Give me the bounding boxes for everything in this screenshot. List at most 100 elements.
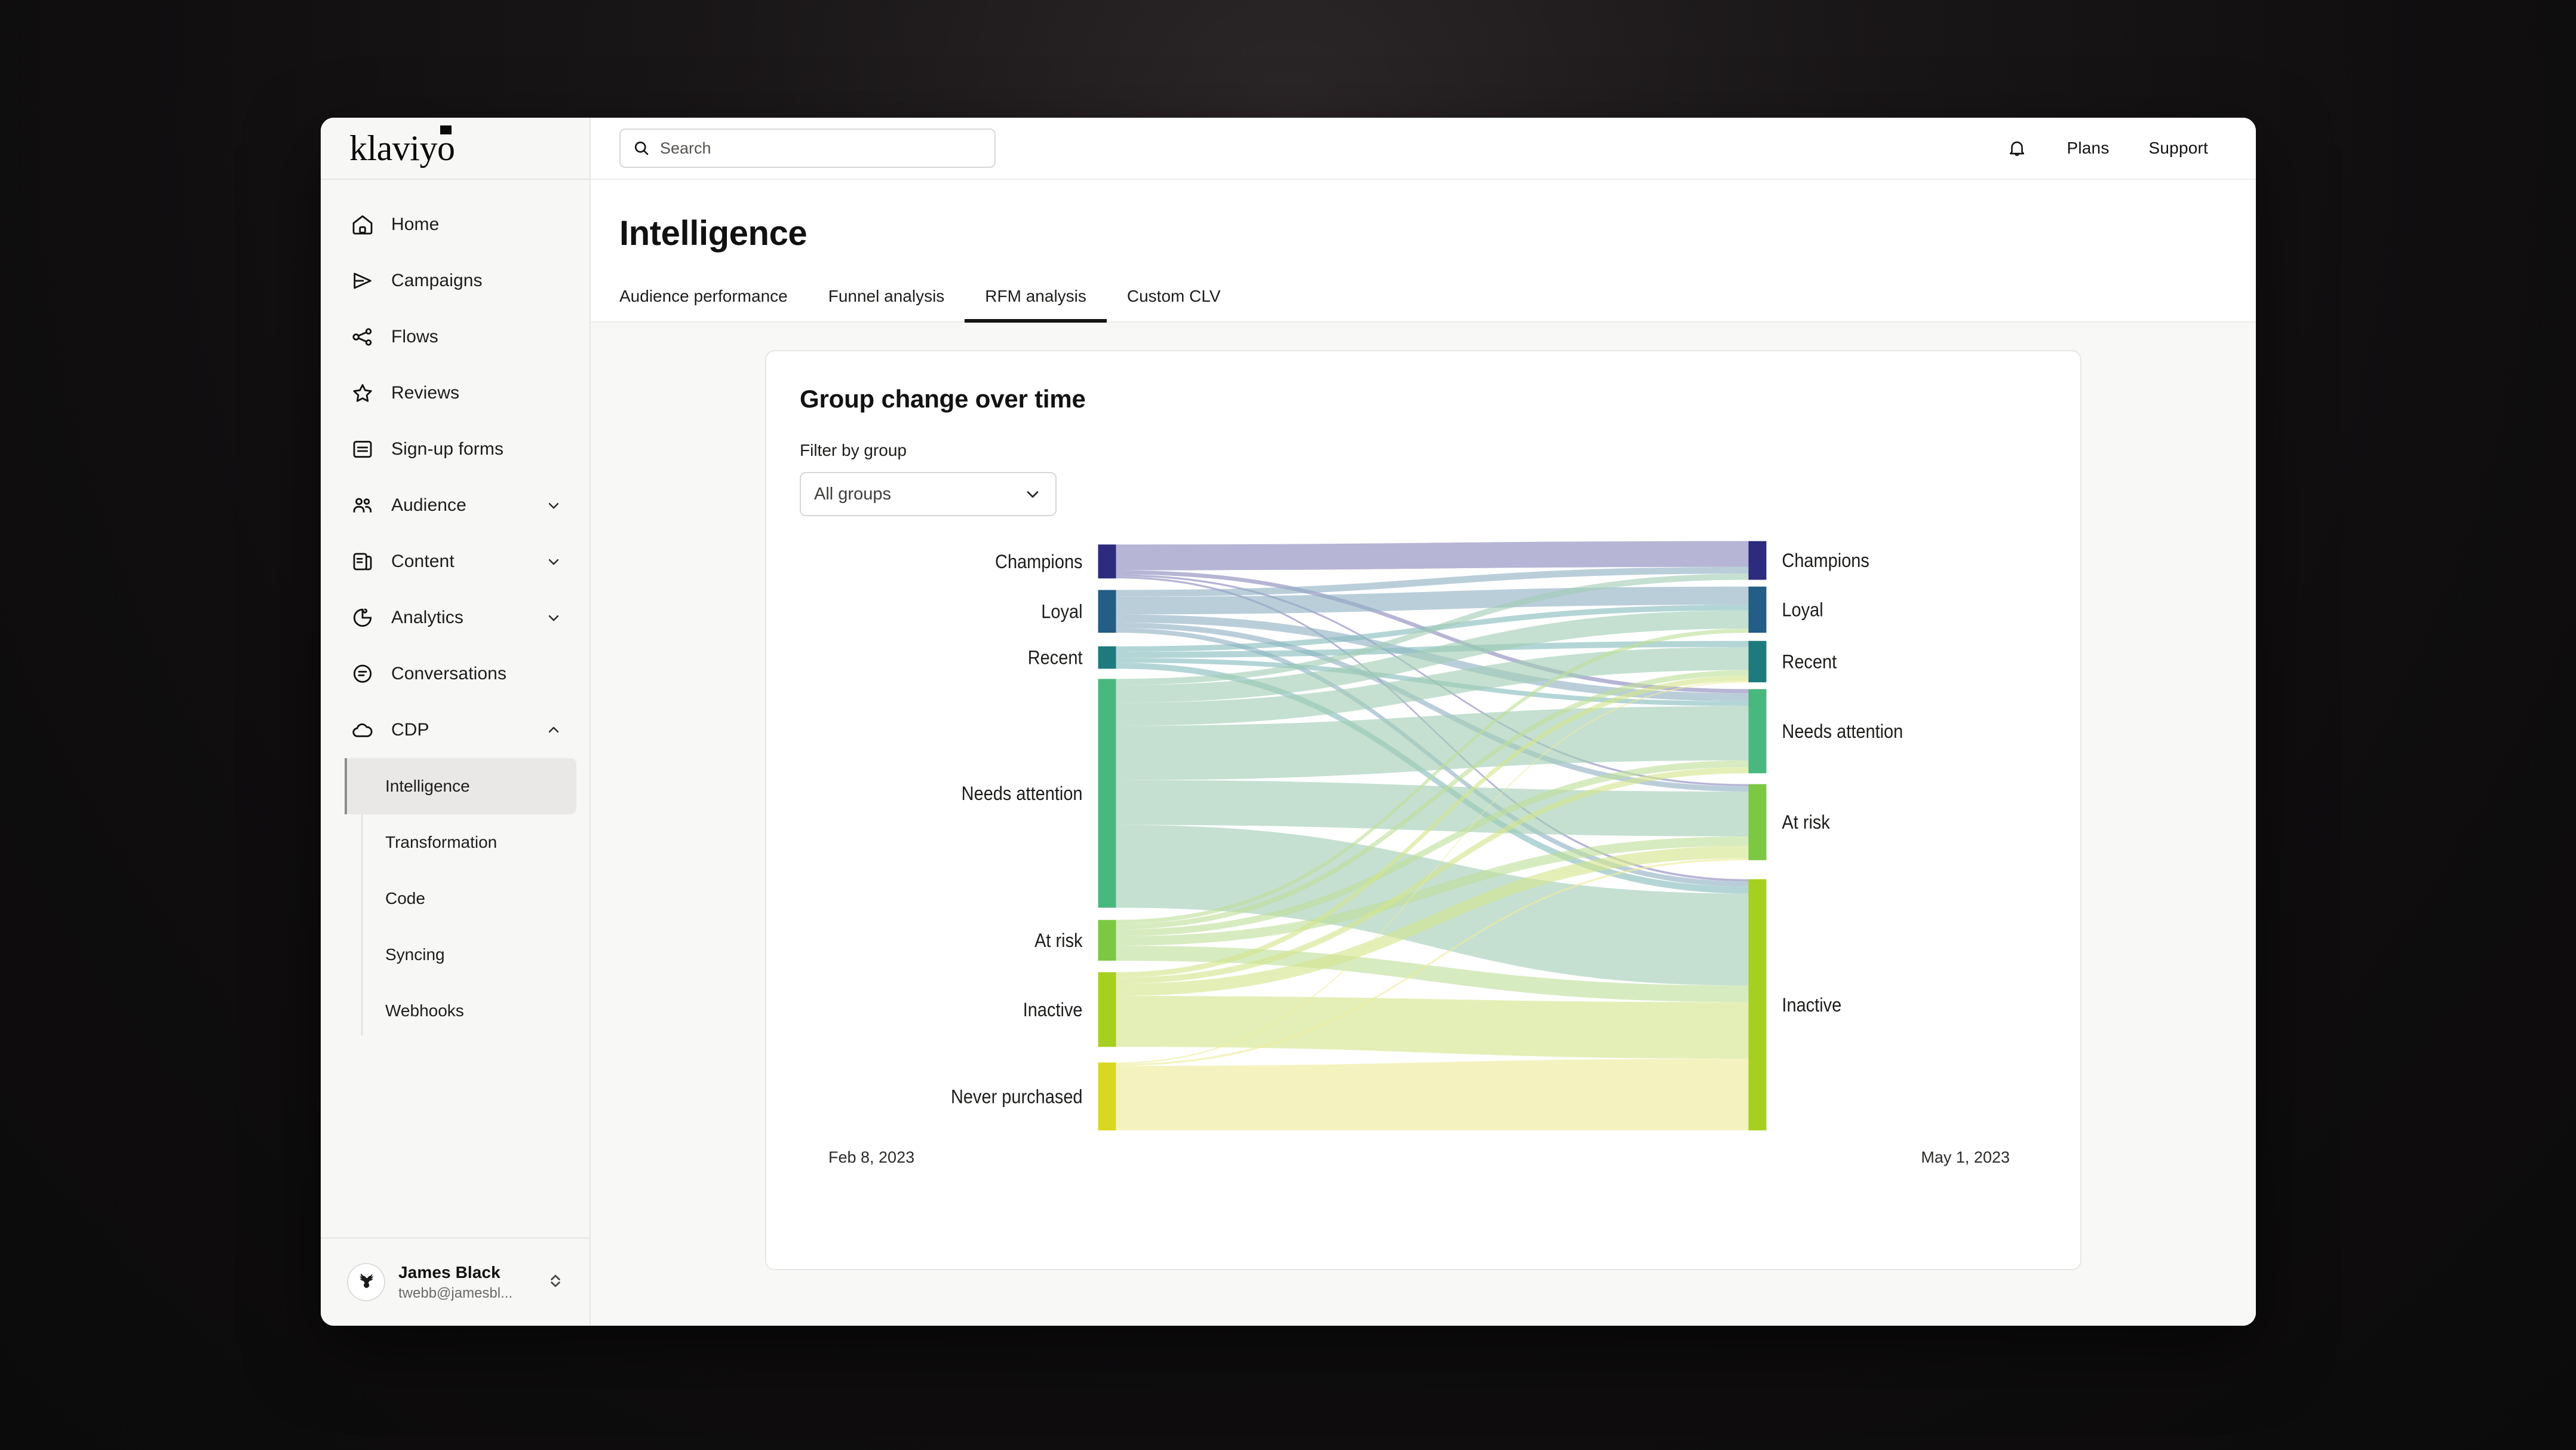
chevron-down-icon [1023,485,1042,504]
sankey-links [1116,541,1749,1131]
sankey-link[interactable] [1116,1059,1749,1131]
page-header: Intelligence Audience performance Funnel… [591,180,2256,323]
sankey-node-label: Needs attention [962,783,1083,805]
primary-navigation: Home Campaigns Flows Reviews Sign-up for… [321,180,589,1237]
sankey-node[interactable] [1098,1062,1116,1131]
star-icon [349,380,376,406]
sidebar-item-label: Reviews [391,383,460,403]
sankey-link[interactable] [1116,541,1749,571]
tab-rfm-analysis[interactable]: RFM analysis [965,287,1107,323]
tab-label: RFM analysis [985,287,1086,305]
sidebar-item-content[interactable]: Content [321,534,589,590]
sankey-node[interactable] [1748,784,1767,860]
brand-logo[interactable]: klaviyo [321,118,589,180]
sankey-svg: Champions Loyal Recent Needs attention At ri… [951,541,1903,1131]
document-icon [349,548,376,575]
sidebar-item-cdp[interactable]: CDP [321,702,589,758]
sidebar-item-label: Flows [391,327,438,347]
sankey-node-label: Champions [1782,550,1869,572]
chevron-down-icon[interactable] [545,497,562,514]
sidebar-item-label: Conversations [391,664,507,683]
card-title: Group change over time [800,385,1086,413]
group-change-card: Group change over time Filter by group A… [765,350,2081,1270]
chevron-down-icon[interactable] [545,609,562,626]
people-icon [349,492,376,519]
content-region: Group change over time Filter by group A… [591,323,2256,1326]
top-bar-actions: Plans Support [2007,138,2208,158]
sankey-node-label: At risk [1782,812,1830,833]
top-bar: Plans Support [591,118,2256,180]
sidebar-item-syncing[interactable]: Syncing [321,927,589,983]
sankey-node[interactable] [1748,879,1767,1131]
sankey-node[interactable] [1098,679,1116,908]
sankey-link[interactable] [1116,996,1749,1059]
sidebar-item-analytics[interactable]: Analytics [321,590,589,646]
sidebar-item-code[interactable]: Code [321,870,589,927]
cloud-icon [349,717,376,743]
sidebar-item-transformation[interactable]: Transformation [321,814,589,870]
sankey-node[interactable] [1748,541,1767,580]
chevron-up-down-icon[interactable] [545,1271,566,1294]
sidebar-item-intelligence[interactable]: Intelligence [345,758,576,814]
filter-by-group-select[interactable]: All groups [800,472,1057,516]
sidebar-subitem-label: Transformation [385,833,498,851]
tab-bar: Audience performance Funnel analysis RFM… [619,287,2227,323]
sidebar-item-conversations[interactable]: Conversations [321,646,589,702]
sankey-node[interactable] [1748,640,1767,683]
search-box[interactable] [619,128,996,168]
sankey-node-label: Recent [1028,647,1083,669]
account-name: James Black [398,1262,501,1282]
chat-bubble-icon [349,661,376,687]
search-icon [633,139,650,157]
filter-selected-value: All groups [814,484,891,504]
klaviyo-wordmark: klaviyo [349,128,455,168]
tab-label: Audience performance [619,287,788,305]
sidebar-item-label: Campaigns [391,271,483,290]
sidebar-subitem-label: Webhooks [385,1001,464,1020]
sankey-node[interactable] [1748,586,1767,633]
avatar [347,1263,385,1301]
sankey-node[interactable] [1748,689,1767,774]
tab-audience-performance[interactable]: Audience performance [619,287,808,321]
tab-label: Funnel analysis [828,287,945,305]
main-area: Plans Support Intelligence Audience perf… [591,118,2256,1326]
sankey-node[interactable] [1098,972,1116,1047]
sidebar-item-audience[interactable]: Audience [321,477,589,534]
klaviyo-logo-square [440,125,452,134]
sidebar-item-sign-up-forms[interactable]: Sign-up forms [321,421,589,477]
tab-funnel-analysis[interactable]: Funnel analysis [808,287,965,321]
tab-label: Custom CLV [1126,287,1221,305]
search-input[interactable] [660,139,982,158]
sankey-chart: Champions Loyal Recent Needs attention At ri… [800,538,2047,1189]
sidebar-item-label: Content [391,551,455,571]
sidebar: klaviyo Home Campaigns Flows Reviews Sig… [321,118,591,1326]
sankey-node-label: At risk [1034,930,1083,952]
sidebar-item-webhooks[interactable]: Webhooks [321,983,589,1039]
sankey-node[interactable] [1098,646,1116,669]
account-switcher[interactable]: James Black twebb@jamesbl... [321,1237,589,1326]
sankey-node[interactable] [1098,544,1116,579]
page-title: Intelligence [619,214,808,253]
chevron-up-icon[interactable] [545,722,562,738]
sidebar-subitem-label: Intelligence [385,777,470,795]
support-link[interactable]: Support [2149,139,2208,158]
sankey-node[interactable] [1098,590,1116,633]
sankey-node-label: Loyal [1782,599,1823,621]
sidebar-subitem-label: Code [385,889,425,908]
sidebar-item-label: Analytics [391,608,463,627]
sidebar-item-label: Audience [391,495,466,515]
klaviyo-app-window: klaviyo Home Campaigns Flows Reviews Sig… [321,118,2256,1326]
sankey-node[interactable] [1098,919,1116,961]
sidebar-item-campaigns[interactable]: Campaigns [321,253,589,309]
tab-custom-clv[interactable]: Custom CLV [1107,287,1241,321]
plans-link[interactable]: Plans [2067,139,2109,158]
axis-label-end: May 1, 2023 [1921,1148,2010,1166]
sidebar-item-flows[interactable]: Flows [321,309,589,365]
form-icon [349,436,376,462]
sidebar-item-reviews[interactable]: Reviews [321,365,589,421]
sankey-node-label: Loyal [1041,601,1082,623]
bell-icon[interactable] [2007,138,2027,158]
sidebar-item-home[interactable]: Home [321,197,589,253]
chevron-down-icon[interactable] [545,553,562,570]
filter-label: Filter by group [800,441,907,459]
